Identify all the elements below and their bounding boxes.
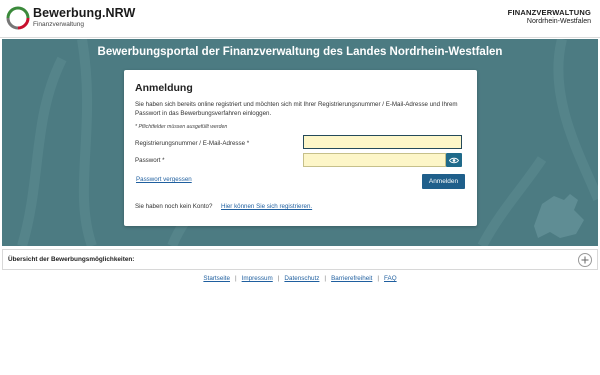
footer-separator: | [277,275,280,282]
no-account-text: Sie haben noch kein Konto? [135,203,213,210]
plus-icon [581,256,589,264]
register-link[interactable]: Hier können Sie sich registrieren. [221,203,312,210]
login-button[interactable]: Anmelden [422,174,465,189]
footer-link-faq[interactable]: FAQ [384,275,397,282]
footer-link-datenschutz[interactable]: Datenschutz [284,275,319,282]
brand-subtitle: Finanzverwaltung [33,21,84,28]
footer-link-barrierefreiheit[interactable]: Barrierefreiheit [331,275,372,282]
login-title: Anmeldung [135,82,193,94]
username-input[interactable] [303,135,462,149]
fv-title: FINANZVERWALTUNG [507,8,591,17]
show-password-button[interactable] [446,153,462,167]
fv-subtitle: Nordrhein-Westfalen [526,18,591,25]
accordion-label: Übersicht der Bewerbungsmöglichkeiten: [8,256,135,263]
expand-button[interactable] [578,253,592,267]
login-intro: Sie haben sich bereits online registrier… [135,101,458,117]
page-title: Bewerbungsportal der Finanzverwaltung de… [97,46,503,58]
brand-title[interactable]: Bewerbung.NRW [33,6,135,20]
application-options-accordion[interactable]: Übersicht der Bewerbungsmöglichkeiten: [2,249,598,270]
footer-separator: | [377,275,379,282]
forgot-password-link[interactable]: Passwort vergessen [136,176,192,183]
finanzverwaltung-logo[interactable]: FINANZVERWALTUNG Nordrhein-Westfalen [508,8,591,25]
footer-nav: Startseite | Impressum | Datenschutz | Barrier… [0,275,600,282]
site-header: Bewerbung.NRW Finanzverwaltung FINANZVER… [0,0,600,38]
required-fields-note: * Pflichtfelder müssen ausgefüllt werden [135,124,228,130]
password-label: Passwort * [135,157,165,164]
login-card: Anmeldung Sie haben sich bereits online … [124,70,477,226]
username-label: Registrierungsnummer / E-Mail-Adresse * [135,140,250,147]
password-input[interactable] [303,153,446,167]
footer-link-impressum[interactable]: Impressum [242,275,273,282]
footer-link-startseite[interactable]: Startseite [203,275,230,282]
eye-icon [449,157,459,163]
bewerbung-nrw-logo[interactable] [6,6,30,30]
footer-separator: | [324,275,327,282]
footer-separator: | [234,275,237,282]
